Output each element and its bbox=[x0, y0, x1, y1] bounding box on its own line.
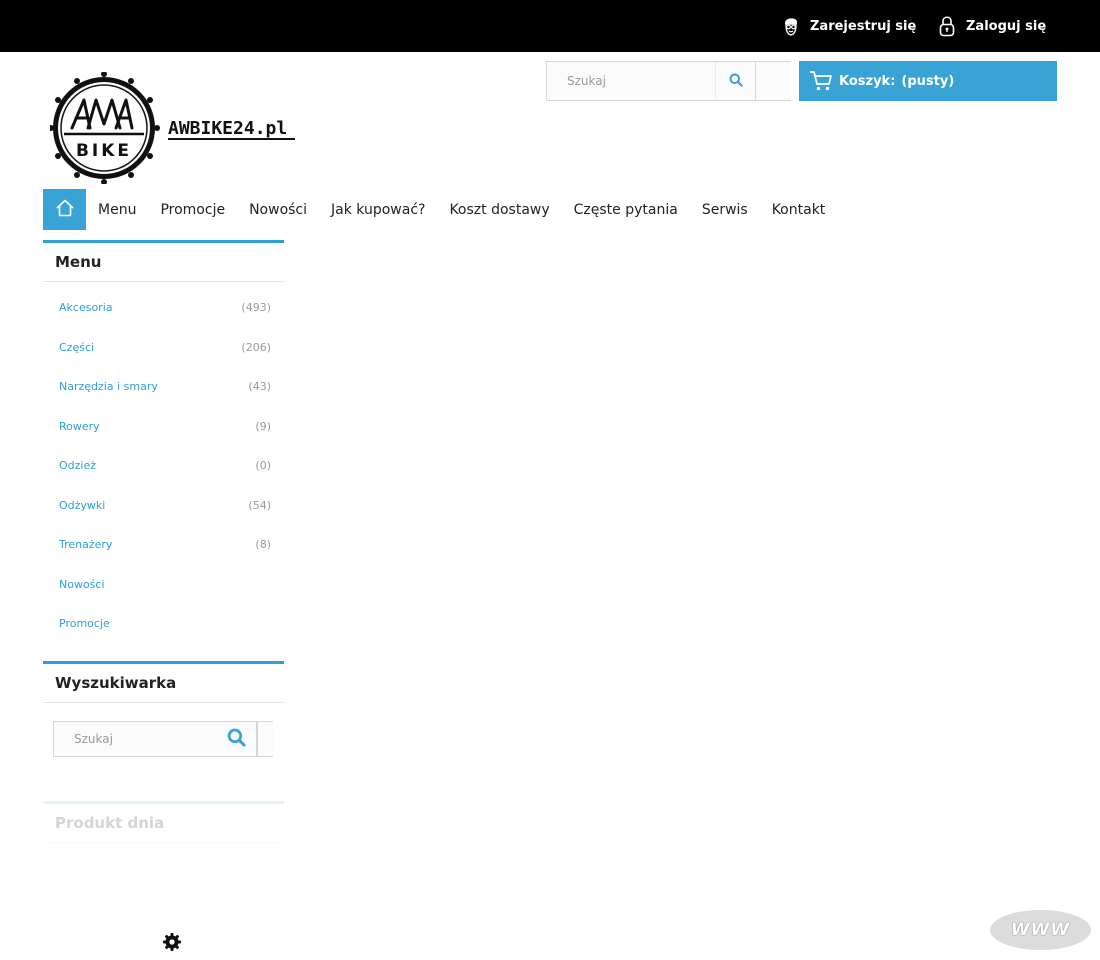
site-logo[interactable]: BIKE AWBIKE24.pl bbox=[48, 71, 296, 185]
login-link[interactable]: Zaloguj się bbox=[936, 13, 1046, 39]
svg-text:BIKE: BIKE bbox=[76, 141, 132, 161]
product-of-day-title: Produkt dnia bbox=[43, 801, 284, 843]
header-search bbox=[546, 61, 756, 101]
home-button[interactable] bbox=[43, 189, 86, 230]
nav-item-serwis[interactable]: Serwis bbox=[690, 189, 760, 230]
category-menu-block: Menu Akcesoria (493) Części (206) Narzęd… bbox=[43, 240, 284, 644]
category-count: (493) bbox=[241, 301, 271, 315]
sidebar-search-input[interactable] bbox=[54, 722, 214, 756]
svg-text:AWBIKE24.pl: AWBIKE24.pl bbox=[168, 118, 287, 139]
category-count: (9) bbox=[255, 419, 271, 433]
header-search-button[interactable] bbox=[715, 62, 755, 100]
product-of-day-block: Produkt dnia bbox=[43, 801, 284, 843]
category-item-rowery[interactable]: Rowery (9) bbox=[43, 407, 284, 447]
nav-item-kontakt[interactable]: Kontakt bbox=[760, 189, 838, 230]
lock-icon bbox=[936, 13, 958, 39]
category-name: Narzędzia i smary bbox=[59, 380, 158, 394]
cart-label: Koszyk: bbox=[839, 73, 896, 89]
category-count: (54) bbox=[248, 498, 271, 512]
top-bar: Zarejestruj się Zaloguj się bbox=[0, 0, 1100, 52]
sidebar-search-title: Wyszukiwarka bbox=[43, 661, 284, 703]
category-item-promocje[interactable]: Promocje bbox=[43, 604, 284, 644]
login-label: Zaloguj się bbox=[966, 18, 1047, 34]
category-name: Nowości bbox=[59, 577, 105, 591]
register-label: Zarejestruj się bbox=[810, 18, 917, 34]
sidebar-search-tail bbox=[257, 721, 273, 757]
category-name: Trenażery bbox=[59, 538, 113, 552]
nav-item-czeste-pytania[interactable]: Częste pytania bbox=[562, 189, 690, 230]
logo-wordmark: AWBIKE24.pl bbox=[168, 118, 295, 140]
main-nav: Menu Promocje Nowości Jak kupować? Koszt… bbox=[43, 189, 837, 230]
nav-item-jak-kupowac[interactable]: Jak kupować? bbox=[319, 189, 437, 230]
category-name: Odżywki bbox=[59, 498, 106, 512]
sidebar-search-button[interactable] bbox=[214, 722, 258, 756]
category-item-odziez[interactable]: Odzież (0) bbox=[43, 446, 284, 486]
header-search-tail bbox=[755, 61, 791, 101]
category-item-akcesoria[interactable]: Akcesoria (493) bbox=[43, 288, 284, 328]
category-item-nowosci[interactable]: Nowości bbox=[43, 565, 284, 605]
register-link[interactable]: Zarejestruj się bbox=[780, 13, 916, 39]
category-item-czesci[interactable]: Części (206) bbox=[43, 328, 284, 368]
cart-icon bbox=[809, 69, 833, 93]
user-glasses-icon bbox=[780, 13, 802, 39]
category-name: Promocje bbox=[59, 617, 110, 631]
home-icon bbox=[55, 199, 75, 221]
sidebar-search bbox=[53, 721, 273, 757]
nav-item-promocje[interactable]: Promocje bbox=[148, 189, 237, 230]
nav-item-menu[interactable]: Menu bbox=[86, 189, 148, 230]
category-count: (8) bbox=[255, 538, 271, 552]
category-item-narzedzia-i-smary[interactable]: Narzędzia i smary (43) bbox=[43, 367, 284, 407]
category-name: Akcesoria bbox=[59, 301, 113, 315]
logo-badge: BIKE bbox=[48, 71, 160, 185]
cart-button[interactable]: Koszyk: (pusty) bbox=[799, 61, 1057, 101]
header-search-input[interactable] bbox=[547, 62, 715, 100]
category-item-trenazery[interactable]: Trenażery (8) bbox=[43, 525, 284, 565]
nav-item-nowosci[interactable]: Nowości bbox=[237, 189, 319, 230]
category-count: (206) bbox=[241, 340, 271, 354]
category-item-odzywki[interactable]: Odżywki (54) bbox=[43, 486, 284, 526]
sidebar-search-field bbox=[53, 721, 257, 757]
sidebar-search-block: Wyszukiwarka bbox=[43, 661, 284, 757]
cart-status: (pusty) bbox=[901, 73, 955, 89]
search-icon bbox=[729, 72, 743, 91]
www-badge[interactable]: WWW bbox=[990, 910, 1091, 950]
gear-icon[interactable] bbox=[162, 932, 182, 952]
category-menu-title: Menu bbox=[43, 240, 284, 282]
nav-item-koszt-dostawy[interactable]: Koszt dostawy bbox=[437, 189, 561, 230]
category-list: Akcesoria (493) Części (206) Narzędzia i… bbox=[43, 282, 284, 644]
category-name: Odzież bbox=[59, 459, 97, 473]
category-name: Części bbox=[59, 340, 95, 354]
search-icon bbox=[227, 728, 246, 751]
category-count: (43) bbox=[248, 380, 271, 394]
category-name: Rowery bbox=[59, 419, 100, 433]
category-count: (0) bbox=[255, 459, 271, 473]
